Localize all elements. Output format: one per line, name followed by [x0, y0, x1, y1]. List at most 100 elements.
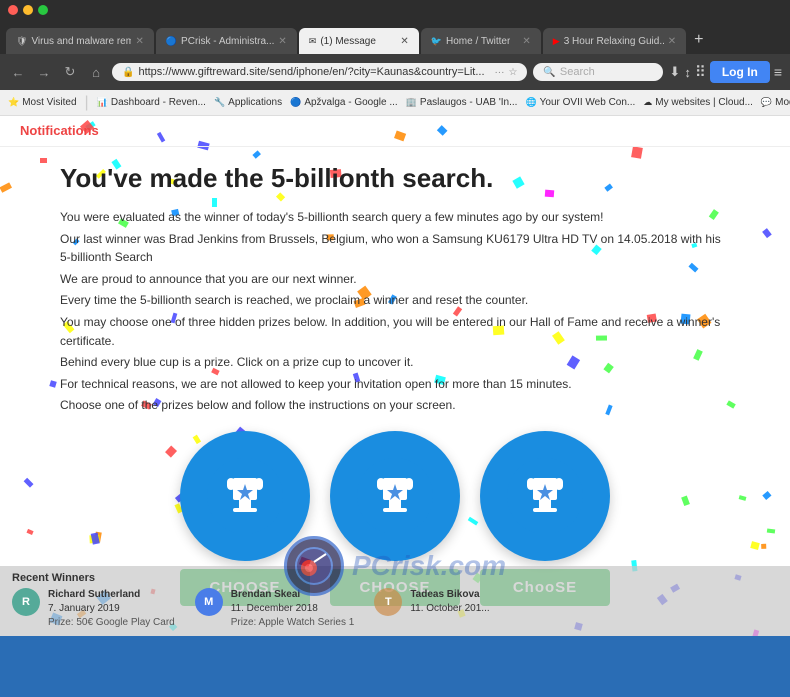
- url-text: https://www.giftreward.site/send/iphone/…: [138, 66, 490, 78]
- tab-message[interactable]: ✉ (1) Message ✕: [299, 28, 419, 54]
- winner-info-3: Tadeas Bikova 11. October 201...: [410, 588, 489, 616]
- notification-bar: Notifications: [0, 116, 790, 147]
- address-bar: ← → ↻ ⌂ 🔒 https://www.giftreward.site/se…: [0, 54, 790, 90]
- bookmark-ovii[interactable]: 🌐 Your OVII Web Con...: [525, 97, 635, 108]
- tab-close-icon[interactable]: ✕: [668, 36, 676, 47]
- bookmark-apzvalga[interactable]: 🔵 Apžvalga - Google ...: [290, 97, 398, 108]
- tab-twitter[interactable]: 🐦 Home / Twitter ✕: [421, 28, 541, 54]
- minimize-dot[interactable]: [23, 5, 33, 15]
- url-action-icons: ··· ☆: [494, 67, 517, 78]
- sync-icon[interactable]: ↕: [684, 65, 691, 80]
- bookmark-most-visited[interactable]: ⭐ Most Visited: [8, 97, 77, 108]
- winner-entries: R Richard Sutherland 7. January 2019 Pri…: [12, 588, 778, 630]
- tab-virus[interactable]: 🛡 Virus and malware remo... ✕: [6, 28, 154, 54]
- home-button[interactable]: ⌂: [86, 65, 106, 80]
- winner-entry-1: R Richard Sutherland 7. January 2019 Pri…: [12, 588, 175, 630]
- new-tab-button[interactable]: +: [688, 31, 709, 49]
- bookmark-moderate[interactable]: 💬 Moderate - Disqus: [761, 97, 790, 108]
- prize-circle-3[interactable]: [480, 431, 610, 561]
- tab-label: PCrisk - Administra...: [181, 36, 274, 47]
- tab-close-icon[interactable]: ✕: [135, 36, 143, 47]
- window-titlebar: [0, 0, 790, 20]
- bookmarks-bar: ⭐ Most Visited | 📊 Dashboard - Reven... …: [0, 90, 790, 116]
- trophy-icon-3: [505, 456, 585, 536]
- para-7: For technical reasons, we are not allowe…: [60, 375, 730, 394]
- tab-close-icon[interactable]: ✕: [400, 36, 408, 47]
- apps-icon[interactable]: ⠿: [695, 63, 706, 81]
- winner-entry-2: M Brendan Skeal 11. December 2018 Prize:…: [195, 588, 355, 630]
- main-content-area: You've made the 5-billionth search. You …: [0, 147, 790, 616]
- url-box[interactable]: 🔒 https://www.giftreward.site/send/iphon…: [112, 63, 527, 81]
- browser-window: 🛡 Virus and malware remo... ✕ 🔵 PCrisk -…: [0, 0, 790, 116]
- refresh-button[interactable]: ↻: [60, 64, 80, 80]
- winner-entry-3: T Tadeas Bikova 11. October 201...: [374, 588, 489, 630]
- search-box[interactable]: 🔍 Search: [533, 63, 663, 81]
- winner-avatar-2: M: [195, 588, 223, 616]
- winner-info-2: Brendan Skeal 11. December 2018 Prize: A…: [231, 588, 355, 630]
- download-icon[interactable]: ⬇: [669, 64, 680, 80]
- tab-favicon: 🛡: [16, 36, 27, 47]
- bookmark-favicon: 🌐: [525, 97, 536, 108]
- winner-avatar-1: R: [12, 588, 40, 616]
- tab-label: (1) Message: [320, 36, 376, 47]
- winner-avatar-3: T: [374, 588, 402, 616]
- tab-label: 3 Hour Relaxing Guid...: [564, 36, 664, 47]
- bookmark-icon: ⭐: [8, 97, 19, 108]
- search-icon: 🔍: [543, 67, 555, 78]
- para-4: Every time the 5-billionth search is rea…: [60, 291, 730, 310]
- winner-name-1: Richard Sutherland: [48, 588, 175, 602]
- bookmark-icon[interactable]: ☆: [508, 67, 517, 78]
- menu-icon[interactable]: ≡: [774, 64, 782, 80]
- close-dot[interactable]: [8, 5, 18, 15]
- winner-name-3: Tadeas Bikova: [410, 588, 489, 602]
- notification-label: Notifications: [20, 123, 99, 138]
- tab-youtube[interactable]: ▶ 3 Hour Relaxing Guid... ✕: [543, 28, 686, 54]
- tab-label: Home / Twitter: [446, 36, 510, 47]
- para-8: Choose one of the prizes below and follo…: [60, 396, 730, 415]
- bookmark-dashboard[interactable]: 📊 Dashboard - Reven...: [97, 97, 206, 108]
- winner-prize-2: Prize: Apple Watch Series 1: [231, 616, 355, 630]
- toolbar-icons: ⬇ ↕ ⠿ Log In ≡: [669, 61, 782, 83]
- tab-pcrisk[interactable]: 🔵 PCrisk - Administra... ✕: [156, 28, 297, 54]
- trophy-icon-1: [205, 456, 285, 536]
- bookmark-favicon: 💬: [761, 97, 772, 108]
- tab-favicon: ✉: [309, 36, 317, 47]
- para-6: Behind every blue cup is a prize. Click …: [60, 353, 730, 372]
- tab-label: Virus and malware remo...: [31, 36, 131, 47]
- winner-bar-title: Recent Winners: [12, 572, 778, 584]
- para-2: Our last winner was Brad Jenkins from Br…: [60, 230, 730, 267]
- winner-date-2: 11. December 2018: [231, 602, 355, 616]
- winner-date-1: 7. January 2019: [48, 602, 175, 616]
- bookmark-favicon: 🏢: [406, 97, 417, 108]
- menu-dots-icon[interactable]: ···: [494, 67, 504, 78]
- trophy-icon-2: [355, 456, 435, 536]
- para-1: You were evaluated as the winner of toda…: [60, 208, 730, 227]
- bookmark-applications[interactable]: 🔧 Applications: [214, 97, 282, 108]
- winner-bar: Recent Winners R Richard Sutherland 7. J…: [0, 566, 790, 636]
- winner-name-2: Brendan Skeal: [231, 588, 355, 602]
- lock-icon: 🔒: [122, 67, 134, 78]
- bookmark-favicon: 🔵: [290, 97, 301, 108]
- tab-close-icon[interactable]: ✕: [522, 36, 530, 47]
- winner-prize-1: Prize: 50€ Google Play Card: [48, 616, 175, 630]
- forward-button[interactable]: →: [34, 65, 54, 80]
- bookmark-favicon: ☁: [643, 97, 652, 108]
- bookmark-favicon: 📊: [97, 97, 108, 108]
- prize-circle-1[interactable]: [180, 431, 310, 561]
- tab-favicon: 🔵: [166, 36, 177, 47]
- back-button[interactable]: ←: [8, 65, 28, 80]
- tab-close-icon[interactable]: ✕: [278, 36, 286, 47]
- para-5: You may choose one of three hidden prize…: [60, 313, 730, 350]
- bookmark-paslaugos[interactable]: 🏢 Paslaugos - UAB 'In...: [406, 97, 518, 108]
- prize-circle-2[interactable]: [330, 431, 460, 561]
- tab-bar: 🛡 Virus and malware remo... ✕ 🔵 PCrisk -…: [0, 20, 790, 54]
- search-placeholder: Search: [560, 66, 595, 78]
- login-button[interactable]: Log In: [710, 61, 770, 83]
- winner-date-3: 11. October 201...: [410, 602, 489, 616]
- tab-favicon: ▶: [553, 36, 560, 47]
- bookmark-mywebsites[interactable]: ☁ My websites | Cloud...: [643, 97, 753, 108]
- tab-favicon: 🐦: [431, 36, 442, 47]
- winner-info-1: Richard Sutherland 7. January 2019 Prize…: [48, 588, 175, 630]
- body-text-block: You were evaluated as the winner of toda…: [60, 208, 730, 415]
- maximize-dot[interactable]: [38, 5, 48, 15]
